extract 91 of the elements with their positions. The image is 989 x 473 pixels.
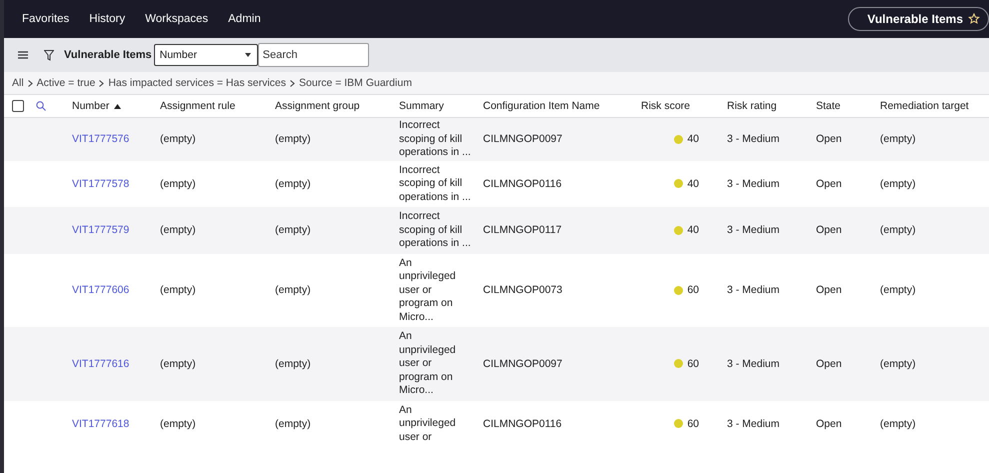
nav-menu-item[interactable]: Workspaces [145, 13, 208, 25]
risk-dot-icon [674, 179, 684, 188]
table-cell: (empty) [160, 224, 196, 236]
column-header[interactable]: Summary [399, 100, 444, 112]
table-cell: Open [816, 358, 842, 370]
table-cell: (empty) [160, 178, 196, 190]
record-number-link[interactable]: VIT1777579 [72, 224, 130, 236]
table-cell: (empty) [160, 358, 196, 370]
column-header[interactable]: Remediation target [880, 100, 969, 112]
table-cell: CILMNGOP0073 [483, 284, 562, 296]
risk-score-cell: 40 [687, 224, 699, 236]
column-header[interactable]: Risk score [641, 100, 690, 112]
table-cell: Open [816, 133, 842, 146]
filter-icon[interactable] [44, 50, 54, 60]
risk-dot-icon [674, 359, 684, 368]
table-cell: (empty) [160, 418, 196, 430]
breadcrumb-link[interactable]: Source = IBM Guardium [299, 77, 412, 89]
breadcrumb-link[interactable]: Active = true [36, 77, 96, 89]
breadcrumb-link[interactable]: All [12, 77, 24, 89]
risk-score-cell: 60 [687, 358, 699, 370]
summary-cell-text: An unprivileged user or [399, 404, 457, 444]
current-page-button[interactable]: Vulnerable Items [848, 7, 989, 31]
risk-dot-icon [674, 226, 684, 235]
risk-dot-icon [674, 286, 684, 295]
breadcrumb-separator-icon [290, 80, 296, 86]
breadcrumb-separator-icon [28, 80, 33, 86]
table-cell: (empty) [275, 358, 311, 370]
field-select[interactable]: Number [154, 44, 258, 66]
table-cell: (empty) [275, 284, 311, 296]
menu-icon[interactable] [18, 51, 28, 59]
risk-dot-icon [674, 134, 684, 144]
table-cell: (empty) [880, 284, 916, 296]
table-cell: 3 - Medium [727, 358, 780, 370]
table-cell: (empty) [160, 133, 196, 146]
table-cell: 3 - Medium [727, 284, 780, 296]
table-cell: (empty) [160, 284, 196, 296]
column-header[interactable]: Number [72, 100, 122, 112]
nav-menu-item[interactable]: Admin [228, 13, 261, 25]
list-title: Vulnerable Items [64, 49, 152, 61]
risk-score-cell: 60 [687, 284, 699, 296]
summary-cell: Incorrect scoping of kill operations in ... [399, 119, 471, 160]
table-cell: (empty) [275, 418, 311, 430]
table-cell: Open [816, 224, 842, 236]
star-icon[interactable] [968, 13, 980, 25]
column-header[interactable]: State [816, 100, 841, 112]
breadcrumb-link[interactable]: Has impacted services = Has services [108, 77, 286, 89]
table-cell: (empty) [880, 358, 916, 370]
risk-score-cell: 40 [687, 133, 699, 146]
table-cell: (empty) [880, 133, 916, 146]
select-all-checkbox[interactable] [12, 100, 24, 112]
table-cell: 3 - Medium [727, 133, 780, 146]
risk-score-cell: 60 [687, 418, 699, 430]
table-cell: CILMNGOP0097 [483, 133, 562, 146]
table-cell: 3 - Medium [727, 178, 780, 190]
nav-menu-item[interactable]: Favorites [22, 13, 70, 25]
table-cell: CILMNGOP0116 [483, 178, 562, 190]
table-cell: CILMNGOP0117 [483, 224, 562, 236]
risk-dot-icon [674, 419, 684, 428]
column-header[interactable]: Assignment rule [160, 100, 236, 112]
summary-cell: Incorrect scoping of kill operations in ... [399, 210, 471, 250]
table-cell: (empty) [880, 224, 916, 236]
summary-cell: Incorrect scoping of kill operations in ... [399, 164, 471, 204]
column-header[interactable]: Configuration Item Name [483, 100, 600, 112]
table-cell: (empty) [275, 224, 311, 236]
record-number-link[interactable]: VIT1777616 [72, 358, 130, 370]
table-cell: 3 - Medium [727, 224, 780, 236]
record-number-link[interactable]: VIT1777576 [72, 133, 130, 146]
table-cell: CILMNGOP0097 [483, 358, 562, 370]
table-cell: Open [816, 178, 842, 190]
table-cell: 3 - Medium [727, 418, 780, 430]
summary-cell-text: An unprivileged user or program on Micro... [399, 256, 457, 324]
summary-cell-text: An unprivileged user or program on Micro... [399, 330, 457, 398]
table-cell: (empty) [275, 133, 311, 146]
sort-ascending-icon[interactable] [114, 104, 122, 108]
caret-icon [244, 53, 251, 57]
column-header[interactable]: Assignment group [275, 100, 360, 112]
record-number-link[interactable]: VIT1777606 [72, 284, 130, 296]
breadcrumb-separator-icon [99, 80, 104, 86]
column-header[interactable]: Risk rating [727, 100, 777, 112]
search-field[interactable]: Search [258, 43, 369, 67]
table-cell: (empty) [275, 178, 311, 190]
nav-menu-item[interactable]: History [89, 13, 126, 25]
record-number-link[interactable]: VIT1777578 [72, 178, 130, 190]
table-cell: (empty) [880, 178, 916, 190]
search-icon[interactable] [36, 101, 46, 111]
table-cell: Open [816, 418, 842, 430]
risk-score-cell: 40 [687, 178, 699, 190]
table-cell: (empty) [880, 418, 916, 430]
table-cell: Open [816, 284, 842, 296]
record-number-link[interactable]: VIT1777618 [72, 418, 130, 430]
table-cell: CILMNGOP0116 [483, 418, 562, 430]
